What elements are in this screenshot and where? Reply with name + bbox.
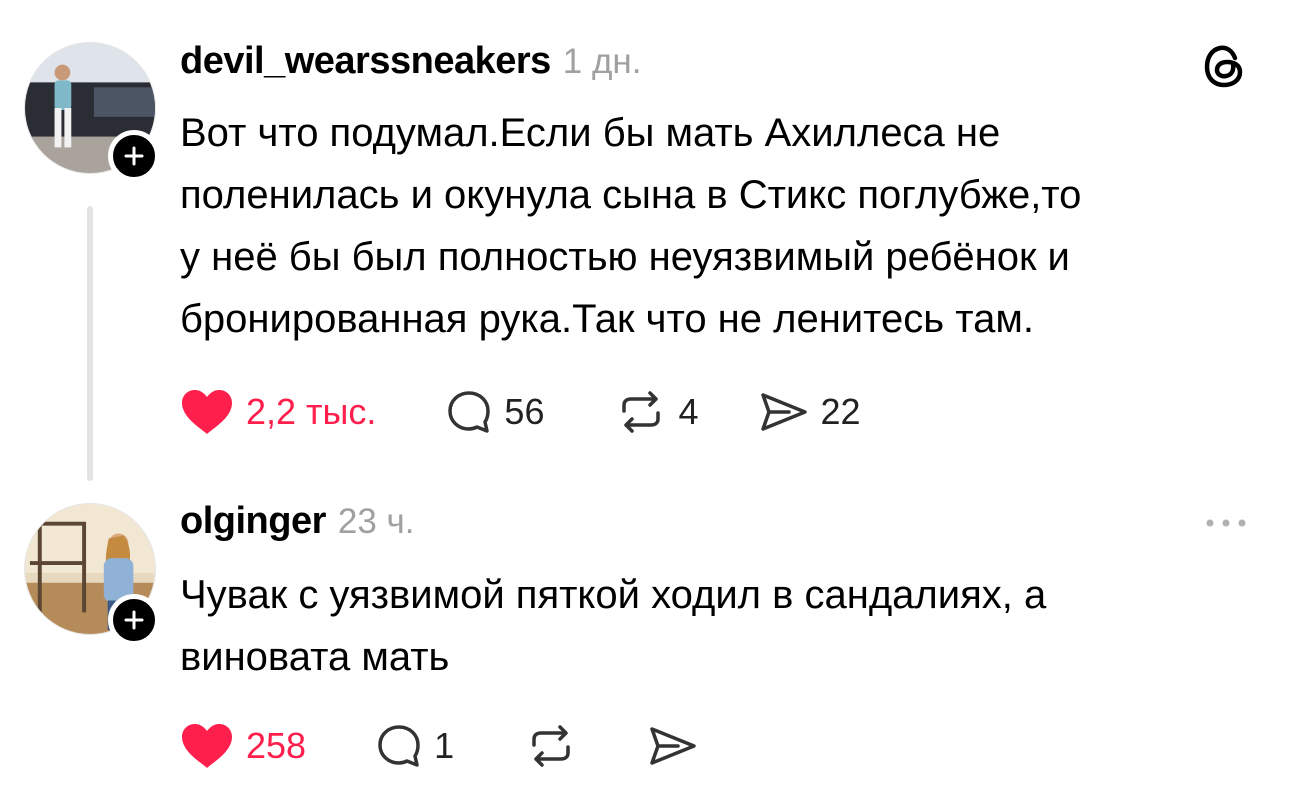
post-text-line: бронированная рука.Так что не ленитесь т…: [180, 297, 1034, 341]
repost-count: 4: [678, 391, 699, 432]
post-text: Вот что подумал.Если бы мать Ахиллеса не…: [180, 102, 1255, 350]
reply-count: 1: [434, 725, 455, 766]
repost-button[interactable]: 4: [616, 389, 699, 435]
plus-icon: [124, 610, 144, 630]
follow-button[interactable]: [108, 594, 160, 646]
repost-button[interactable]: [526, 723, 576, 769]
follow-button[interactable]: [108, 130, 160, 182]
share-button[interactable]: [648, 723, 698, 769]
post-text-line: поленилась и окунула сына в Стикс поглуб…: [180, 173, 1082, 217]
share-count: 22: [820, 391, 861, 432]
plus-icon: [124, 146, 144, 166]
action-bar: 258 1: [180, 716, 698, 776]
action-bar: 2,2 тыс. 56 4 22: [180, 382, 861, 442]
heart-filled-icon: [182, 724, 232, 768]
post-1: devil_wearssneakers 1 дн. Вот что подума…: [0, 0, 1290, 490]
repost-icon: [532, 725, 570, 767]
send-icon: [760, 393, 807, 431]
post-text: Чувак с уязвимой пяткой ходил в сандалия…: [180, 564, 1255, 688]
post-header: devil_wearssneakers 1 дн.: [180, 40, 641, 83]
username[interactable]: devil_wearssneakers: [180, 40, 551, 83]
post-text-line: Чувак с уязвимой пяткой ходил в сандалия…: [180, 573, 1047, 617]
more-options-icon[interactable]: [1200, 513, 1252, 533]
reply-button[interactable]: 56: [446, 389, 544, 435]
heart-filled-icon: [182, 390, 232, 434]
like-button[interactable]: 2,2 тыс.: [180, 388, 376, 436]
post-text-line: у неё бы был полностью неуязвимый ребёно…: [180, 235, 1070, 279]
reply-button[interactable]: 1: [376, 723, 454, 769]
reply-count: 56: [504, 391, 545, 432]
timestamp: 23 ч.: [337, 502, 415, 541]
send-icon: [650, 727, 696, 765]
post-text-line: Вот что подумал.Если бы мать Ахиллеса не: [180, 111, 1001, 155]
post-text-line: виновата мать: [180, 635, 450, 679]
threads-logo-icon[interactable]: [1199, 40, 1251, 92]
share-button[interactable]: 22: [759, 389, 861, 435]
timestamp: 1 дн.: [562, 42, 642, 81]
post-header: olginger 23 ч.: [180, 500, 415, 543]
like-count: 258: [246, 725, 307, 766]
post-2: olginger 23 ч. Чувак с уязвимой пяткой х…: [0, 490, 1290, 803]
like-button[interactable]: 258: [180, 722, 306, 770]
thread-line: [87, 206, 93, 481]
comment-icon: [378, 725, 420, 767]
username[interactable]: olginger: [180, 500, 326, 543]
repost-icon: [622, 391, 661, 433]
like-count: 2,2 тыс.: [246, 391, 377, 432]
comment-icon: [448, 391, 491, 433]
